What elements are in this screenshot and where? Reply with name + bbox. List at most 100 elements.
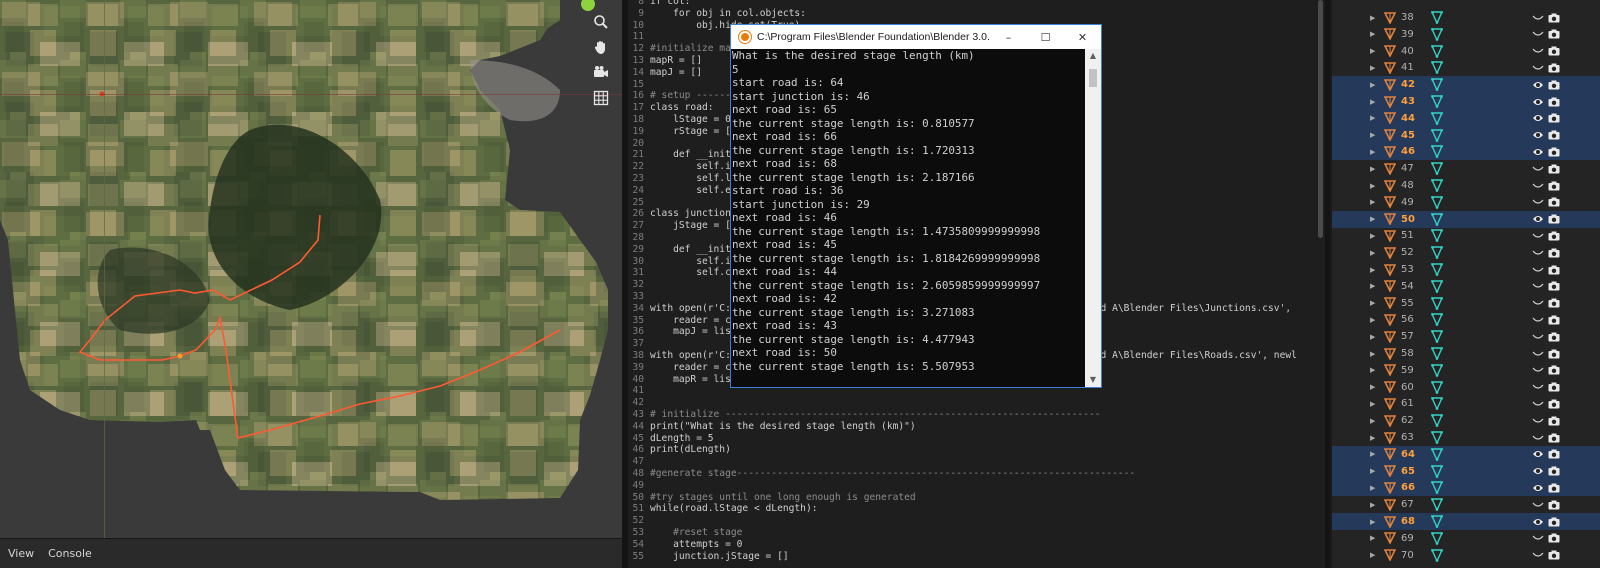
render-camera-icon[interactable] [1548,164,1560,174]
render-camera-icon[interactable] [1548,449,1560,459]
mesh-data-icon[interactable] [1431,61,1443,75]
outliner-item-59[interactable]: ▶ 59 [1330,362,1600,379]
expand-arrow-icon[interactable]: ▶ [1370,518,1375,526]
code-text[interactable]: while(road.lStage < dLength): [650,503,818,514]
mesh-data-icon[interactable] [1431,296,1443,310]
code-line[interactable]: 51 while(road.lStage < dLength): [628,503,1325,515]
menu-console[interactable]: Console [48,547,92,560]
outliner-item-52[interactable]: ▶ 52 [1330,244,1600,261]
expand-arrow-icon[interactable]: ▶ [1370,47,1375,55]
outliner-item-46[interactable]: ▶ 46 [1330,143,1600,161]
mesh-data-icon[interactable] [1431,128,1443,142]
outliner-item-44[interactable]: ▶ 44 [1330,109,1600,127]
code-line[interactable]: 44 print("What is the desired stage lengt… [628,421,1325,433]
render-camera-icon[interactable] [1548,181,1560,191]
scroll-down-icon[interactable]: ▼ [1085,373,1101,387]
expand-arrow-icon[interactable]: ▶ [1370,551,1375,559]
code-line[interactable]: 48 #generate stage-----------------------… [628,468,1325,480]
minimize-button[interactable]: – [990,31,1027,44]
render-camera-icon[interactable] [1548,46,1560,56]
eye-icon[interactable] [1532,517,1544,527]
code-text[interactable]: #try stages until one long enough is gen… [650,492,916,503]
code-line[interactable]: 55 junction.jStage = [] [628,551,1325,563]
code-text[interactable]: #initialize map [650,43,737,54]
expand-arrow-icon[interactable]: ▶ [1370,400,1375,408]
mesh-data-icon[interactable] [1431,531,1443,545]
render-camera-icon[interactable] [1548,550,1560,560]
mesh-data-icon[interactable] [1431,330,1443,344]
code-line[interactable]: 47 [628,456,1325,468]
code-text[interactable]: mapJ = [] [650,67,702,78]
code-text[interactable]: self.len [650,173,742,184]
mesh-data-icon[interactable] [1431,447,1443,461]
outliner-item-63[interactable]: ▶ 63 [1330,429,1600,446]
eye-closed-icon[interactable] [1532,248,1544,258]
render-camera-icon[interactable] [1548,113,1560,123]
code-line[interactable]: 52 [628,515,1325,527]
code-text[interactable]: junction.jStage = [] [650,551,789,562]
system-console-window[interactable]: C:\Program Files\Blender Foundation\Blen… [730,24,1102,388]
eye-closed-icon[interactable] [1532,29,1544,39]
expand-arrow-icon[interactable]: ▶ [1370,148,1375,156]
mesh-data-icon[interactable] [1431,162,1443,176]
mesh-data-icon[interactable] [1431,481,1443,495]
code-text[interactable]: # initialize ---------------------------… [650,409,1101,420]
mesh-data-icon[interactable] [1431,195,1443,209]
code-text[interactable]: mapR = list( [650,374,742,385]
code-text[interactable]: for obj in col.objects: [650,8,806,19]
code-line[interactable]: 42 [628,397,1325,409]
mesh-data-icon[interactable] [1431,380,1443,394]
expand-arrow-icon[interactable]: ▶ [1370,484,1375,492]
render-camera-icon[interactable] [1548,416,1560,426]
render-camera-icon[interactable] [1548,298,1560,308]
mesh-data-icon[interactable] [1431,548,1443,562]
code-text[interactable]: if col: [650,0,690,7]
mesh-data-icon[interactable] [1431,212,1443,226]
expand-arrow-icon[interactable]: ▶ [1370,434,1375,442]
eye-closed-icon[interactable] [1532,315,1544,325]
outliner-item-62[interactable]: ▶ 62 [1330,412,1600,429]
render-camera-icon[interactable] [1548,399,1560,409]
close-button[interactable]: ✕ [1064,31,1101,44]
outliner-item-39[interactable]: ▶ 39 [1330,26,1600,43]
outliner-item-54[interactable]: ▶ 54 [1330,278,1600,295]
eye-closed-icon[interactable] [1532,550,1544,560]
menu-view[interactable]: View [8,547,34,560]
code-text[interactable]: self.ind [650,161,742,172]
expand-arrow-icon[interactable]: ▶ [1370,198,1375,206]
outliner-item-53[interactable]: ▶ 53 [1330,261,1600,278]
outliner-item-48[interactable]: ▶ 48 [1330,177,1600,194]
eye-closed-icon[interactable] [1532,197,1544,207]
code-line[interactable]: 53 #reset stage [628,527,1325,539]
expand-arrow-icon[interactable]: ▶ [1370,266,1375,274]
zoom-icon[interactable] [588,10,614,34]
mesh-data-icon[interactable] [1431,246,1443,260]
outliner-item-64[interactable]: ▶ 64 [1330,445,1600,463]
eye-icon[interactable] [1532,97,1544,107]
mesh-data-icon[interactable] [1431,145,1443,159]
render-camera-icon[interactable] [1548,29,1560,39]
mesh-data-icon[interactable] [1431,414,1443,428]
expand-arrow-icon[interactable]: ▶ [1370,383,1375,391]
expand-arrow-icon[interactable]: ▶ [1370,249,1375,257]
mesh-data-icon[interactable] [1431,11,1443,24]
eye-icon[interactable] [1532,80,1544,90]
eye-icon[interactable] [1532,130,1544,140]
scroll-thumb[interactable] [1089,69,1097,87]
camera-icon[interactable] [588,60,614,84]
render-camera-icon[interactable] [1548,248,1560,258]
outliner-item-47[interactable]: ▶ 47 [1330,160,1600,177]
code-text[interactable]: rStage = [] [650,126,737,137]
maximize-button[interactable]: ☐ [1027,31,1064,44]
expand-arrow-icon[interactable]: ▶ [1370,131,1375,139]
render-camera-icon[interactable] [1548,315,1560,325]
code-text[interactable]: mapJ = list( [650,326,742,337]
outliner-item-56[interactable]: ▶ 56 [1330,311,1600,328]
code-text[interactable]: def __init__ [650,244,742,255]
mesh-data-icon[interactable] [1431,431,1443,444]
mesh-data-icon[interactable] [1431,498,1443,512]
code-text[interactable]: print(dLength) [650,444,731,455]
code-text[interactable]: self.end [650,185,742,196]
eye-closed-icon[interactable] [1532,298,1544,308]
outliner-item-58[interactable]: ▶ 58 [1330,345,1600,362]
